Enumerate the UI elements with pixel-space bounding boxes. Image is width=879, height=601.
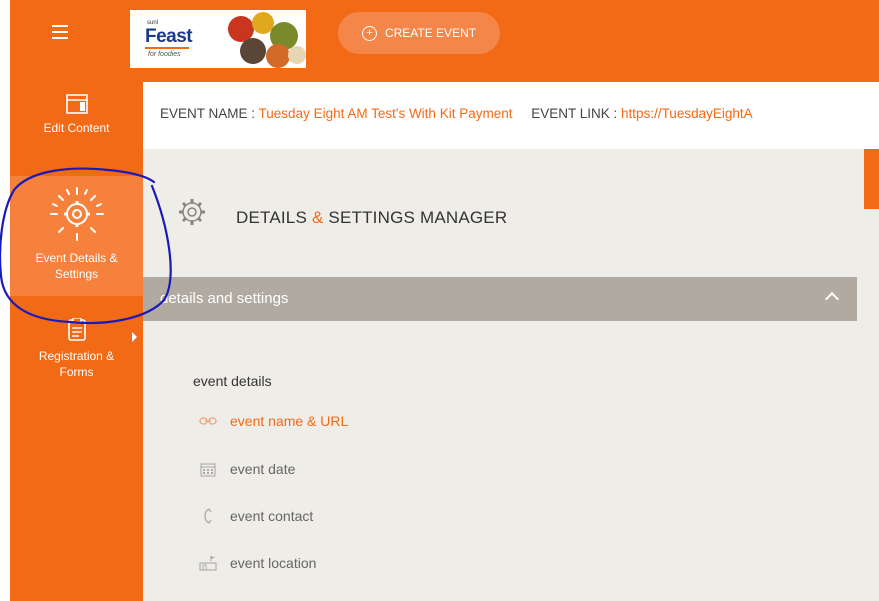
logo-brand: Feast <box>145 26 193 47</box>
chevron-up-icon[interactable] <box>824 291 840 307</box>
event-details-heading: event details <box>193 373 272 389</box>
details-settings-accordion[interactable]: details and settings <box>143 277 857 321</box>
sidebar: Edit Content Event Details & Settings Re… <box>10 82 143 601</box>
page-title: DETAILS & SETTINGS MANAGER <box>236 208 508 227</box>
event-name-label: EVENT NAME : <box>160 106 256 121</box>
logo-tagline: for foodies <box>148 51 181 58</box>
event-link-label: EVENT LINK : <box>531 106 618 121</box>
hamburger-menu-icon[interactable] <box>52 25 68 39</box>
sidebar-item-label: Registration & Forms <box>38 349 115 379</box>
location-icon <box>198 555 218 571</box>
menu-item-event-contact[interactable]: event contact <box>198 505 313 527</box>
top-bar: sunl Feast for foodies + CREATE EVENT <box>10 0 879 82</box>
sidebar-item-label: Edit Content <box>43 121 110 135</box>
right-side-tab[interactable] <box>864 149 879 209</box>
phone-icon <box>198 508 218 524</box>
gear-sun-icon <box>49 187 104 241</box>
create-event-button[interactable]: + CREATE EVENT <box>338 12 500 54</box>
submenu-arrow-icon <box>132 332 137 342</box>
layout-icon <box>65 94 88 114</box>
link-icon <box>198 413 218 429</box>
menu-item-label: event name & URL <box>230 413 349 429</box>
sidebar-item-registration-forms[interactable]: Registration & Forms <box>10 318 143 398</box>
sidebar-item-edit-content[interactable]: Edit Content <box>10 94 143 156</box>
menu-item-label: event date <box>230 461 296 477</box>
feast-logo[interactable]: sunl Feast for foodies <box>130 10 306 68</box>
menu-item-label: event location <box>230 555 317 571</box>
menu-item-label: event contact <box>230 508 314 524</box>
event-info-bar: EVENT NAME : Tuesday Eight AM Test's Wit… <box>143 82 879 149</box>
form-icon <box>67 318 86 341</box>
sidebar-item-event-details-settings[interactable]: Event Details & Settings <box>10 176 143 296</box>
menu-item-event-date[interactable]: event date <box>198 458 295 480</box>
app-frame: sunl Feast for foodies + CREATE EVENT Ed… <box>10 0 879 601</box>
settings-gear-icon <box>179 199 205 225</box>
event-link-value[interactable]: https://TuesdayEightA <box>621 106 753 121</box>
calendar-icon <box>198 461 218 477</box>
accordion-label: details and settings <box>160 290 289 307</box>
plus-circle-icon: + <box>361 25 377 41</box>
menu-item-event-location[interactable]: event location <box>198 552 316 574</box>
create-event-label: CREATE EVENT <box>384 26 477 40</box>
menu-item-event-name-url[interactable]: event name & URL <box>198 410 348 432</box>
event-name-value: Tuesday Eight AM Test's With Kit Payment <box>258 106 513 121</box>
sidebar-item-label: Event Details & Settings <box>35 251 118 281</box>
